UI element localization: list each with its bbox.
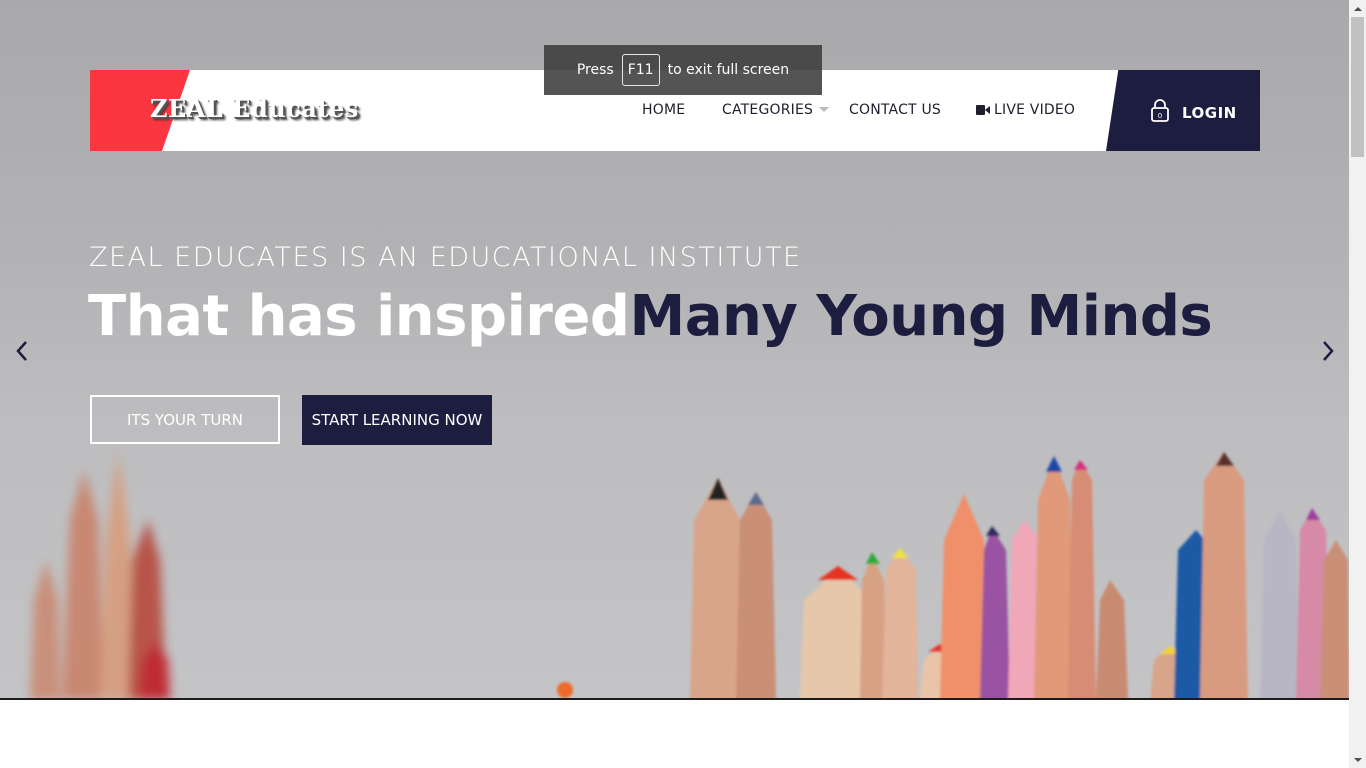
toast-suffix: to exit full screen [667,62,790,78]
nav-home-label: HOME [642,102,686,118]
page-scrollbar[interactable] [1349,0,1366,768]
scroll-up-arrow[interactable] [1349,0,1366,17]
hero-subtitle: ZEAL EDUCATES IS AN EDUCATIONAL INSTITUT… [89,242,802,273]
its-your-turn-button[interactable]: ITS YOUR TURN [90,395,280,444]
nav-contact-label: CONTACT US [849,102,941,118]
nav-home[interactable]: HOME [642,102,685,118]
nav-categories[interactable]: CATEGORIES [722,102,830,118]
start-learning-button[interactable]: START LEARNING NOW [302,395,492,445]
scroll-down-arrow[interactable] [1349,751,1366,768]
content-area [0,700,1349,768]
headline-part-2: Many Young Minds [629,284,1213,349]
nav-contact-us[interactable]: CONTACT US [849,102,941,118]
nav-categories-label: CATEGORIES [722,102,814,118]
video-camera-icon [976,105,990,115]
nav-live-video[interactable]: LIVE VIDEO [976,102,1075,118]
lock-icon: 0 [1151,99,1169,122]
scrollbar-thumb[interactable] [1351,17,1364,157]
headline-part-1: That has inspired [88,284,630,349]
fullscreen-exit-toast: Press F11 to exit full screen [544,45,822,95]
chevron-right-icon[interactable] [1318,338,1338,364]
caret-down-icon [819,106,830,112]
chevron-left-icon[interactable] [12,338,32,364]
login-label: LOGIN [1182,104,1237,122]
toast-prefix: Press [576,62,614,78]
login-button[interactable]: 0 LOGIN [1106,70,1260,151]
hero-headline: That has inspiredMany Young Minds [88,284,1213,349]
toast-key: F11 [621,54,660,86]
brand-logo[interactable]: ZEAL Educates [150,94,359,123]
svg-text:0: 0 [1158,112,1162,120]
nav-live-video-label: LIVE VIDEO [994,102,1076,118]
